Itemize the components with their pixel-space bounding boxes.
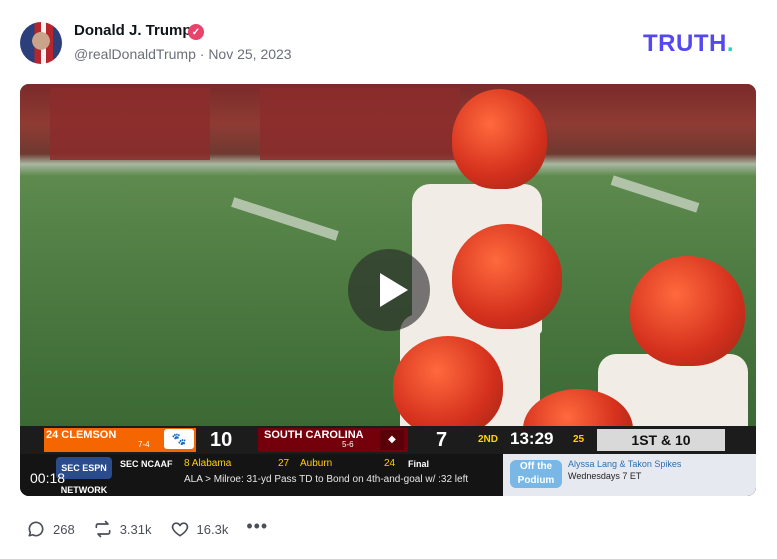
ticker-team1: 8 Alabama	[184, 458, 232, 469]
scoreboard: 24 CLEMSON 7-4 🐾 10 SOUTH CAROLINA 5-6 ◆…	[20, 426, 756, 454]
play-clock: 25	[573, 434, 585, 445]
ticker-team2-score: 24	[384, 458, 396, 469]
team1-name: 24 CLEMSON	[46, 429, 117, 441]
like-count: 16.3k	[196, 521, 229, 537]
reply-count: 268	[53, 521, 75, 537]
logo-text: TRUTH	[643, 30, 727, 57]
ticker-label: SEC NCAAF	[120, 459, 173, 469]
reply-button[interactable]: 268	[26, 519, 75, 539]
reply-icon	[28, 521, 44, 537]
retruth-count: 3.31k	[119, 521, 152, 537]
team1-score: 10	[210, 429, 233, 451]
quarter: 2ND	[478, 434, 499, 445]
like-button[interactable]: 16.3k	[170, 519, 229, 539]
video-elapsed-time: 00:18	[30, 470, 66, 486]
avatar[interactable]	[20, 22, 62, 64]
game-clock: 13:29	[510, 429, 554, 448]
post-meta: @realDonaldTrump · Nov 25, 2023	[74, 46, 292, 62]
more-options-icon[interactable]: •••	[246, 516, 268, 537]
player-helmet	[452, 89, 547, 189]
author-name[interactable]: Donald J. Trump	[74, 22, 192, 39]
score-ticker: SEC ESPN NETWORK 00:18 SEC NCAAF 8 Alaba…	[20, 454, 756, 496]
verified-check-icon: ✓	[188, 24, 204, 40]
retruth-icon	[95, 520, 111, 538]
team2-score: 7	[436, 429, 448, 451]
post-actions: 268 3.31k 16.3k •••	[26, 516, 268, 540]
ticker-status: Final	[408, 459, 430, 469]
heart-icon	[171, 522, 188, 537]
meta-separator: ·	[199, 46, 205, 62]
team1-record: 7-4	[138, 440, 150, 449]
promo-line2: Wednesdays 7 ET	[568, 471, 642, 481]
ticker-team1-score: 27	[278, 458, 290, 469]
endzone-letter	[260, 88, 460, 160]
ticker-team2: Auburn	[300, 458, 333, 469]
play-icon[interactable]	[348, 249, 430, 331]
video-player[interactable]: 24 CLEMSON 7-4 🐾 10 SOUTH CAROLINA 5-6 ◆…	[20, 84, 756, 496]
endzone-letter	[50, 88, 210, 160]
promo-logo: Off the Podium	[510, 460, 562, 488]
paw-logo-icon: 🐾	[164, 429, 194, 449]
gamecock-logo-icon: ◆	[380, 430, 404, 450]
truth-social-logo[interactable]: TRUTH.	[643, 30, 734, 58]
author-handle[interactable]: @realDonaldTrump	[74, 46, 196, 62]
promo-line1: Alyssa Lang & Takon Spikes	[568, 459, 682, 469]
ticker-headline: ALA > Milroe: 31-yd Pass TD to Bond on 4…	[184, 474, 469, 485]
down-distance: 1ST & 10	[597, 429, 725, 451]
retruth-button[interactable]: 3.31k	[93, 519, 152, 539]
player-helmet	[630, 256, 745, 366]
player-helmet	[393, 336, 503, 436]
post-date[interactable]: Nov 25, 2023	[208, 46, 291, 62]
player-helmet	[452, 224, 562, 329]
logo-dot: .	[726, 30, 734, 57]
team2-record: 5-6	[342, 440, 354, 449]
